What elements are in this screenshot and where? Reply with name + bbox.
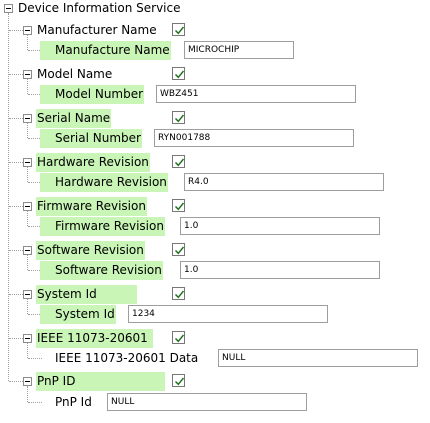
field-label: Hardware Revision [40,173,168,192]
field-label: IEEE 11073-20601 Data [55,351,199,365]
collapse-icon[interactable] [23,290,32,299]
field-label: System Id [40,305,116,324]
collapse-icon[interactable] [23,334,32,343]
checkmark-icon [175,290,185,299]
tree-line [9,30,23,31]
collapse-icon[interactable] [23,70,32,79]
collapse-icon[interactable] [23,377,32,386]
enable-checkbox[interactable] [172,111,185,124]
tree-line [9,162,23,163]
collapse-icon[interactable] [23,202,32,211]
tree-line [27,343,28,358]
tree-line [27,123,28,138]
service-label[interactable]: Device Information Service [17,0,181,18]
collapse-icon[interactable] [4,4,13,13]
tree-line [9,206,23,207]
characteristic-label[interactable]: Hardware Revision [36,153,150,172]
tree-line [9,381,23,382]
collapse-icon[interactable] [23,158,32,167]
value-field[interactable]: NULL [218,349,418,367]
field-label: Model Number [40,85,145,104]
enable-checkbox[interactable] [172,23,185,36]
value-field[interactable]: NULL [107,393,307,411]
collapse-icon[interactable] [23,26,32,35]
tree-line [27,255,28,270]
value-field[interactable]: 1234 [128,305,328,323]
enable-checkbox[interactable] [172,155,185,168]
value-field[interactable]: RYN001788 [154,129,354,147]
characteristic-label[interactable]: Model Name [36,65,113,84]
checkmark-icon [175,26,185,35]
characteristic-label[interactable]: Manufacturer Name [36,21,158,40]
tree-line [27,35,28,50]
collapse-icon[interactable] [23,246,32,255]
checkmark-icon [175,158,185,167]
characteristic-label[interactable]: PnP ID [36,372,166,391]
characteristic-label[interactable]: Software Revision [36,241,145,260]
tree-line [9,118,23,119]
enable-checkbox[interactable] [172,199,185,212]
tree-line [27,79,28,94]
enable-checkbox[interactable] [172,331,185,344]
value-field[interactable]: 1.0 [180,217,380,235]
tree-line [27,386,28,402]
enable-checkbox[interactable] [172,67,185,80]
enable-checkbox[interactable] [172,374,185,387]
characteristic-label[interactable]: Serial Name [36,109,112,128]
checkmark-icon [175,334,185,343]
checkmark-icon [175,377,185,386]
collapse-icon[interactable] [23,114,32,123]
enable-checkbox[interactable] [172,287,185,300]
field-label: Manufacture Name [40,41,171,60]
characteristic-label[interactable]: IEEE 11073-20601 [36,329,153,348]
checkmark-icon [175,246,185,255]
field-label: PnP Id [55,395,92,409]
tree-line [9,294,23,295]
characteristic-label[interactable]: Firmware Revision [36,197,147,216]
field-label: Software Revision [40,261,163,280]
checkmark-icon [175,70,185,79]
value-field[interactable]: WBZ451 [156,85,356,103]
enable-checkbox[interactable] [172,243,185,256]
characteristic-label[interactable]: System Id [36,285,137,304]
checkmark-icon [175,202,185,211]
value-field[interactable]: 1.0 [180,261,380,279]
tree-line [9,250,23,251]
tree-line [9,338,23,339]
tree-line [8,13,9,381]
tree-line [27,299,28,314]
checkmark-icon [175,114,185,123]
device-information-tree: Device Information Service Manufacturer … [0,0,430,423]
tree-line [9,74,23,75]
value-field[interactable]: MICROCHIP [184,41,294,59]
field-label: Firmware Revision [40,217,165,236]
tree-line [27,211,28,226]
field-label: Serial Number [40,129,142,148]
value-field[interactable]: R4.0 [184,173,384,191]
tree-line [27,167,28,182]
